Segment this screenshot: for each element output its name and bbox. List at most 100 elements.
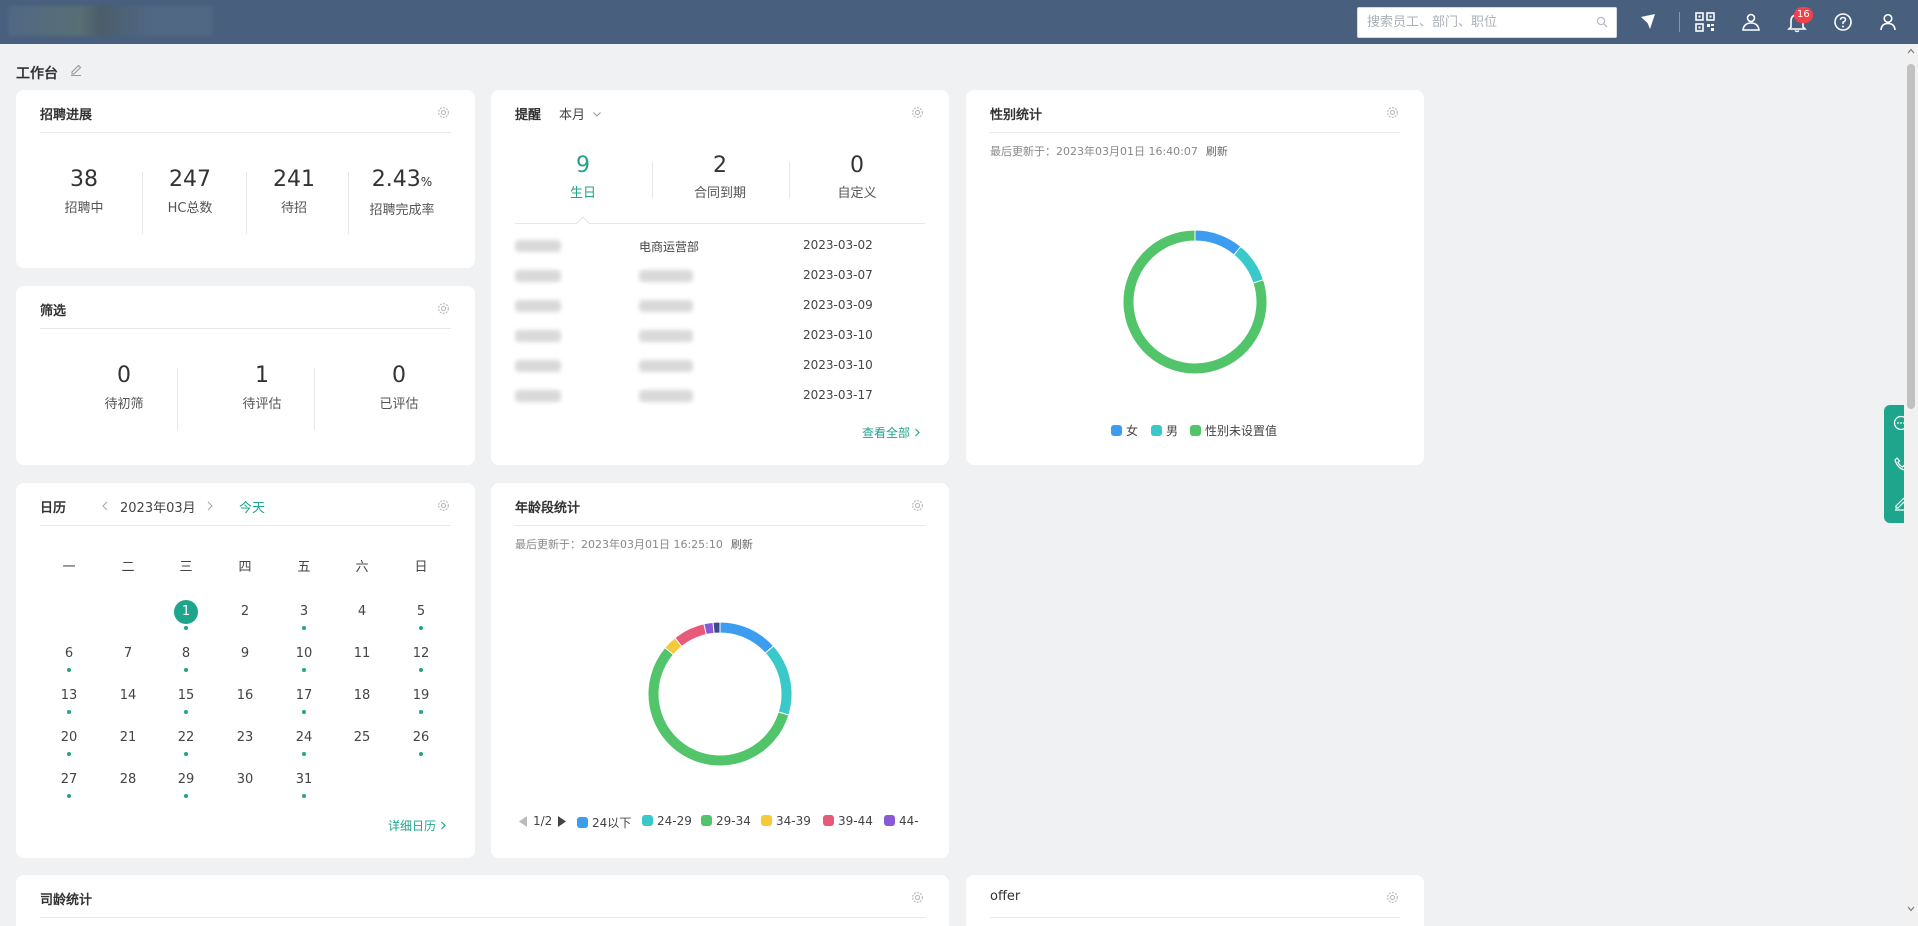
legend-swatch <box>577 817 588 828</box>
calendar-day[interactable]: 13 <box>49 684 89 714</box>
settings-gear-icon[interactable] <box>436 301 451 316</box>
calendar-day[interactable]: 5 <box>401 600 441 630</box>
calendar-day[interactable]: 27 <box>49 768 89 798</box>
calendar-day[interactable]: 25 <box>342 726 382 756</box>
employee-name-blurred <box>515 240 561 252</box>
legend-age-24-29[interactable]: 24-29 <box>642 814 692 828</box>
stat-pending-hire[interactable]: 241 待招 <box>250 166 338 216</box>
prev-month-icon[interactable] <box>101 501 109 511</box>
slice-female[interactable] <box>1194 229 1242 256</box>
refresh-link[interactable]: 刷新 <box>731 538 753 551</box>
calendar-day[interactable]: 26 <box>401 726 441 756</box>
reminder-row[interactable]: 电商运营部 2023-03-02 <box>515 232 925 262</box>
search-icon[interactable] <box>1596 16 1608 28</box>
calendar-day[interactable]: 8 <box>166 642 206 672</box>
calendar-day[interactable]: 17 <box>284 684 324 714</box>
calendar-day[interactable]: 2 <box>225 600 265 630</box>
calendar-day[interactable]: 10 <box>284 642 324 672</box>
tab-contract-expiry[interactable]: 2 合同到期 <box>660 152 780 201</box>
settings-gear-icon[interactable] <box>436 498 451 513</box>
reminder-row[interactable]: 2023-03-09 <box>515 292 925 322</box>
detail-calendar-link[interactable]: 详细日历 <box>388 817 447 834</box>
legend-age-under24[interactable]: 24以下 <box>577 814 631 831</box>
company-logo[interactable] <box>8 6 213 36</box>
today-button[interactable]: 今天 <box>239 497 265 516</box>
refresh-link[interactable]: 刷新 <box>1206 145 1228 158</box>
calendar-day[interactable]: 22 <box>166 726 206 756</box>
next-month-icon[interactable] <box>206 501 214 511</box>
qrcode-icon[interactable] <box>1694 11 1716 33</box>
tab-custom[interactable]: 0 自定义 <box>797 152 917 201</box>
calendar-day[interactable]: 1 <box>166 600 206 630</box>
calendar-day[interactable]: 29 <box>166 768 206 798</box>
calendar-day[interactable]: 19 <box>401 684 441 714</box>
calendar-day[interactable]: 3 <box>284 600 324 630</box>
legend-female[interactable]: 女 <box>1111 422 1138 439</box>
settings-gear-icon[interactable] <box>910 890 925 905</box>
scroll-down-icon[interactable] <box>1907 906 1915 912</box>
card-divider <box>990 917 1400 918</box>
calendar-day[interactable]: 31 <box>284 768 324 798</box>
legend-next-page-icon[interactable] <box>557 816 566 827</box>
stat-label: 待招 <box>280 201 307 216</box>
slice-44-plus[interactable] <box>703 621 715 636</box>
slice-male[interactable] <box>1233 245 1265 284</box>
slice-39-44[interactable] <box>674 623 707 648</box>
organization-icon[interactable] <box>1740 11 1762 33</box>
legend-age-34-39[interactable]: 34-39 <box>761 814 811 828</box>
scroll-thumb[interactable] <box>1907 64 1915 409</box>
period-dropdown[interactable]: 本月 <box>559 104 602 123</box>
tab-birthday[interactable]: 9 生日 <box>523 152 643 201</box>
search-input[interactable] <box>1358 8 1588 37</box>
settings-gear-icon[interactable] <box>910 498 925 513</box>
slice-24-29[interactable] <box>764 645 793 716</box>
slice-29-34[interactable] <box>647 646 790 767</box>
calendar-day[interactable]: 4 <box>342 600 382 630</box>
edit-icon[interactable] <box>69 63 83 77</box>
calendar-day[interactable]: 6 <box>49 642 89 672</box>
user-avatar-icon[interactable] <box>1877 11 1899 33</box>
settings-gear-icon[interactable] <box>910 105 925 120</box>
legend-male[interactable]: 男 <box>1151 422 1178 439</box>
calendar-day[interactable]: 11 <box>342 642 382 672</box>
calendar-day[interactable]: 16 <box>225 684 265 714</box>
calendar-day[interactable]: 20 <box>49 726 89 756</box>
stat-pending-evaluate[interactable]: 1 待评估 <box>202 362 322 412</box>
slice-under24[interactable] <box>719 621 775 654</box>
settings-gear-icon[interactable] <box>1385 105 1400 120</box>
calendar-day[interactable]: 9 <box>225 642 265 672</box>
calendar-day[interactable]: 23 <box>225 726 265 756</box>
calendar-day[interactable]: 21 <box>108 726 148 756</box>
calendar-day[interactable]: 15 <box>166 684 206 714</box>
global-search[interactable] <box>1357 7 1617 38</box>
reminder-row[interactable]: 2023-03-10 <box>515 352 925 382</box>
reminder-row[interactable]: 2023-03-07 <box>515 262 925 292</box>
legend-prev-page-icon[interactable] <box>519 816 528 827</box>
stat-evaluated[interactable]: 0 已评估 <box>339 362 459 412</box>
stat-pending-screen[interactable]: 0 待初筛 <box>64 362 184 412</box>
stat-recruiting[interactable]: 38 招聘中 <box>40 166 128 216</box>
slice-other[interactable] <box>712 621 721 634</box>
calendar-day[interactable]: 28 <box>108 768 148 798</box>
calendar-day[interactable]: 18 <box>342 684 382 714</box>
calendar-day[interactable]: 7 <box>108 642 148 672</box>
stat-hc-total[interactable]: 247 HC总数 <box>146 166 234 216</box>
legend-unset[interactable]: 性别未设置值 <box>1190 422 1277 439</box>
view-all-link[interactable]: 查看全部 <box>862 424 921 441</box>
calendar-day[interactable]: 12 <box>401 642 441 672</box>
legend-age-44-plus[interactable]: 44- <box>884 814 926 828</box>
scroll-up-icon[interactable] <box>1907 48 1915 54</box>
settings-gear-icon[interactable] <box>436 105 451 120</box>
calendar-day[interactable]: 30 <box>225 768 265 798</box>
reminder-row[interactable]: 2023-03-17 <box>515 382 925 412</box>
legend-age-39-44[interactable]: 39-44 <box>823 814 873 828</box>
page-scrollbar[interactable] <box>1904 44 1918 926</box>
send-icon[interactable] <box>1637 11 1659 33</box>
reminder-row[interactable]: 2023-03-10 <box>515 322 925 352</box>
settings-gear-icon[interactable] <box>1385 890 1400 905</box>
legend-age-29-34[interactable]: 29-34 <box>701 814 751 828</box>
calendar-day[interactable]: 14 <box>108 684 148 714</box>
help-icon[interactable] <box>1832 11 1854 33</box>
stat-completion-rate[interactable]: 2.43% 招聘完成率 <box>352 166 452 218</box>
calendar-day[interactable]: 24 <box>284 726 324 756</box>
